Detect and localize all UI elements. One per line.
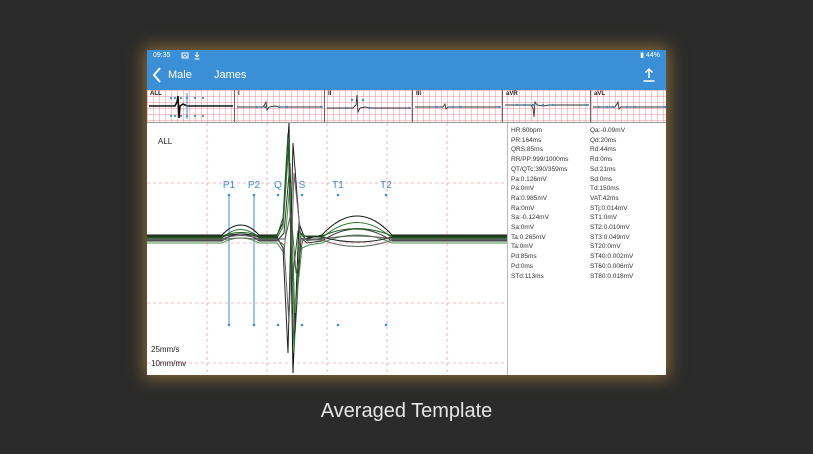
- marker-label-p2[interactable]: P2: [248, 180, 260, 191]
- marker-dot: [276, 193, 280, 197]
- measurement-item: Rd:0ms: [590, 156, 613, 164]
- lead-selector-strip: ALL I II III aVR aVL: [147, 90, 666, 123]
- measurement-item: QT/QTc:390/359ms: [511, 165, 568, 173]
- back-button[interactable]: [151, 65, 163, 89]
- measurement-item: Qa:-0.09mV: [590, 127, 626, 134]
- main-lead-label: ALL: [158, 137, 173, 146]
- ecg-overlay-plot: [147, 123, 507, 375]
- measurement-item: Sa:0mV: [511, 224, 535, 232]
- battery-level: 44%: [645, 52, 660, 59]
- measurement-item: Sd:21ms: [590, 165, 616, 173]
- measurement-item: Pa:0.126mV: [511, 175, 547, 183]
- marker-label-p1[interactable]: P1: [223, 180, 235, 191]
- battery-icon: ▮: [640, 52, 645, 59]
- measurement-item: Pd:85ms: [511, 253, 537, 261]
- patient-gender: Male: [168, 69, 192, 81]
- patient-name: James: [214, 69, 247, 81]
- measurement-item: ST3:0.049mV: [590, 233, 630, 241]
- status-time: 09:35: [153, 52, 171, 59]
- measurement-item: Td:150ms: [590, 185, 619, 193]
- marker-label-t2[interactable]: T2: [380, 180, 392, 191]
- measurement-item: Qd:20ms: [590, 136, 617, 144]
- measurement-item: HR:60bpm: [511, 127, 543, 134]
- measurement-item: QRS:85ms: [511, 146, 543, 154]
- measurement-item: PR:164ms: [511, 136, 542, 144]
- lead-tab-avr[interactable]: aVR: [502, 90, 591, 122]
- lead-tab-avl[interactable]: aVL: [590, 90, 666, 122]
- status-bar: 09:35 ▮ 44%: [147, 50, 666, 62]
- lead-tab-iii[interactable]: III: [412, 90, 503, 122]
- marker-dot: [227, 193, 231, 197]
- paper-speed: 25mm/s: [151, 345, 180, 354]
- grid-lines: [147, 123, 507, 375]
- caption: Averaged Template: [320, 400, 493, 422]
- measurement-item: STd:113ms: [511, 272, 544, 280]
- marker-lines: [228, 195, 255, 325]
- marker-dot: [227, 323, 231, 327]
- measurement-item: STj:0.014mV: [590, 204, 628, 212]
- measurement-panel: HR:60bpm PR:164ms QRS:85ms RR/PP:999/100…: [507, 123, 666, 375]
- measurement-item: Pd:0ms: [511, 262, 534, 270]
- measurement-item: Ra:0mV: [511, 204, 535, 212]
- measurement-item: ST40:0.002mV: [590, 253, 634, 261]
- marker-label-t1[interactable]: T1: [332, 180, 344, 191]
- lead-tab-i[interactable]: I: [234, 90, 325, 122]
- measurement-column-right: Qa:-0.09mV Qd:20ms Rd:44ms Rd:0ms Sd:21m…: [590, 126, 633, 281]
- measurement-item: Pa:0mV: [511, 185, 535, 193]
- measurement-item: Ta:0mV: [511, 243, 534, 251]
- marker-dot: [300, 193, 304, 197]
- gain-setting: 10mm/mv: [151, 359, 187, 368]
- measurement-item: Ra:0.985mV: [511, 194, 548, 202]
- measurement-item: Sa:-0.124mV: [511, 214, 549, 222]
- marker-dot: [336, 193, 340, 197]
- chevron-left-icon: [152, 67, 161, 83]
- measurement-item: VAT:42ms: [590, 194, 619, 202]
- share-icon: [643, 67, 655, 82]
- measurement-item: Sd:0ms: [590, 175, 613, 183]
- measurement-item: ST20:0mV: [590, 243, 621, 251]
- measurement-item: RR/PP:999/1000ms: [511, 156, 569, 164]
- marker-dots: [227, 193, 388, 327]
- measurement-item: ST1:0mV: [590, 214, 618, 222]
- marker-dot: [384, 193, 388, 197]
- marker-dot: [252, 323, 256, 327]
- marker-label-q[interactable]: Q: [274, 180, 282, 191]
- marker-dot: [336, 323, 340, 327]
- lead-tab-ii[interactable]: II: [324, 90, 413, 122]
- share-button[interactable]: [642, 67, 656, 88]
- measurement-column-left: HR:60bpm PR:164ms QRS:85ms RR/PP:999/100…: [511, 126, 568, 281]
- measurement-item: ST60:0.006mV: [590, 262, 634, 270]
- marker-dot: [252, 193, 256, 197]
- app-bar: Male James: [147, 62, 666, 90]
- measurement-item: ST80:0.018mV: [590, 272, 634, 280]
- averaged-template-view: ALL P1 P2 Q S T1 T2 25mm/s 10mm/mv: [147, 123, 507, 375]
- measurement-item: Ta:0.265mV: [511, 233, 546, 241]
- lead-tab-all[interactable]: ALL: [147, 90, 234, 122]
- marker-label-s[interactable]: S: [299, 180, 306, 191]
- marker-dot: [384, 323, 388, 327]
- measurement-item: Rd:44ms: [590, 146, 617, 154]
- device-screen: 09:35 ▮ 44% Male James ALL I II III aVR …: [147, 50, 666, 375]
- marker-dot: [300, 323, 304, 327]
- measurement-item: ST2:0.010mV: [590, 224, 630, 232]
- battery-indicator: ▮ 44%: [640, 50, 660, 62]
- marker-dot: [276, 323, 280, 327]
